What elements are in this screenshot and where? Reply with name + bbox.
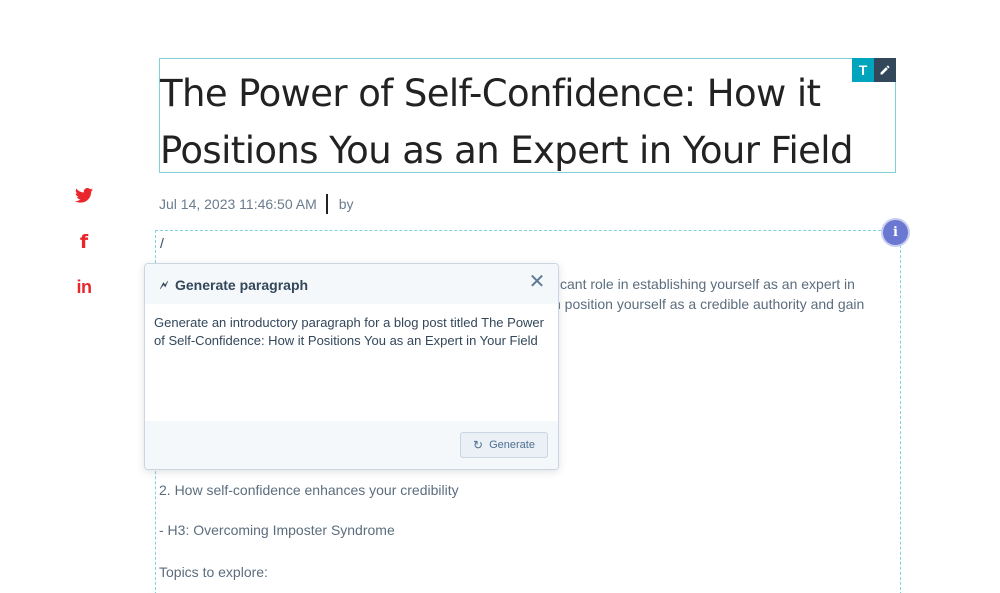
slash-command-text: /: [160, 235, 164, 251]
outline-item: Topics to explore:: [159, 564, 268, 580]
post-title-line-1: The Power of Self-Confidence: How it: [160, 72, 821, 115]
author-by-label: by: [338, 196, 354, 212]
title-toolbar: T: [852, 58, 896, 82]
popover-title-text: Generate paragraph: [175, 277, 309, 293]
pencil-icon: [880, 65, 890, 75]
post-title-module[interactable]: The Power of Self-Confidence: How it Pos…: [159, 58, 896, 173]
meta-divider: [325, 194, 328, 214]
close-icon[interactable]: ✕: [528, 272, 546, 292]
facebook-glyph: f: [79, 231, 89, 253]
refresh-icon: ↻: [473, 438, 484, 452]
text-type-button[interactable]: T: [852, 58, 874, 82]
outline-item: - H3: Overcoming Imposter Syndrome: [159, 522, 395, 538]
post-title-line-2: Positions You as an Expert in Your Field: [160, 129, 853, 172]
info-icon[interactable]: i: [881, 218, 910, 247]
twitter-icon[interactable]: [72, 184, 96, 206]
facebook-icon[interactable]: f: [72, 231, 96, 253]
generate-paragraph-popover: 🗲 Generate paragraph ✕ Generate an intro…: [144, 263, 559, 470]
linkedin-glyph: in: [76, 276, 93, 297]
popover-header: 🗲 Generate paragraph ✕: [145, 264, 558, 304]
body-text-line: n position yourself as a credible author…: [553, 296, 865, 312]
post-meta: Jul 14, 2023 11:46:50 AM by: [159, 193, 354, 215]
popover-footer: ↻ Generate: [145, 421, 558, 469]
outline-item: 2. How self-confidence enhances your cre…: [159, 482, 459, 498]
popover-title: 🗲 Generate paragraph: [160, 277, 308, 293]
prompt-text: Generate an introductory paragraph for a…: [154, 315, 544, 348]
post-title[interactable]: The Power of Self-Confidence: How it Pos…: [160, 65, 895, 179]
edit-button[interactable]: [874, 58, 896, 82]
prompt-textarea[interactable]: Generate an introductory paragraph for a…: [145, 304, 558, 450]
linkedin-icon[interactable]: in: [72, 276, 96, 298]
publish-date: Jul 14, 2023 11:46:50 AM: [159, 196, 317, 212]
body-text-line: ficant role in establishing yourself as …: [553, 276, 855, 292]
generate-button-label: Generate: [489, 439, 535, 451]
lightning-icon: 🗲: [160, 277, 168, 292]
generate-button[interactable]: ↻ Generate: [460, 432, 548, 458]
